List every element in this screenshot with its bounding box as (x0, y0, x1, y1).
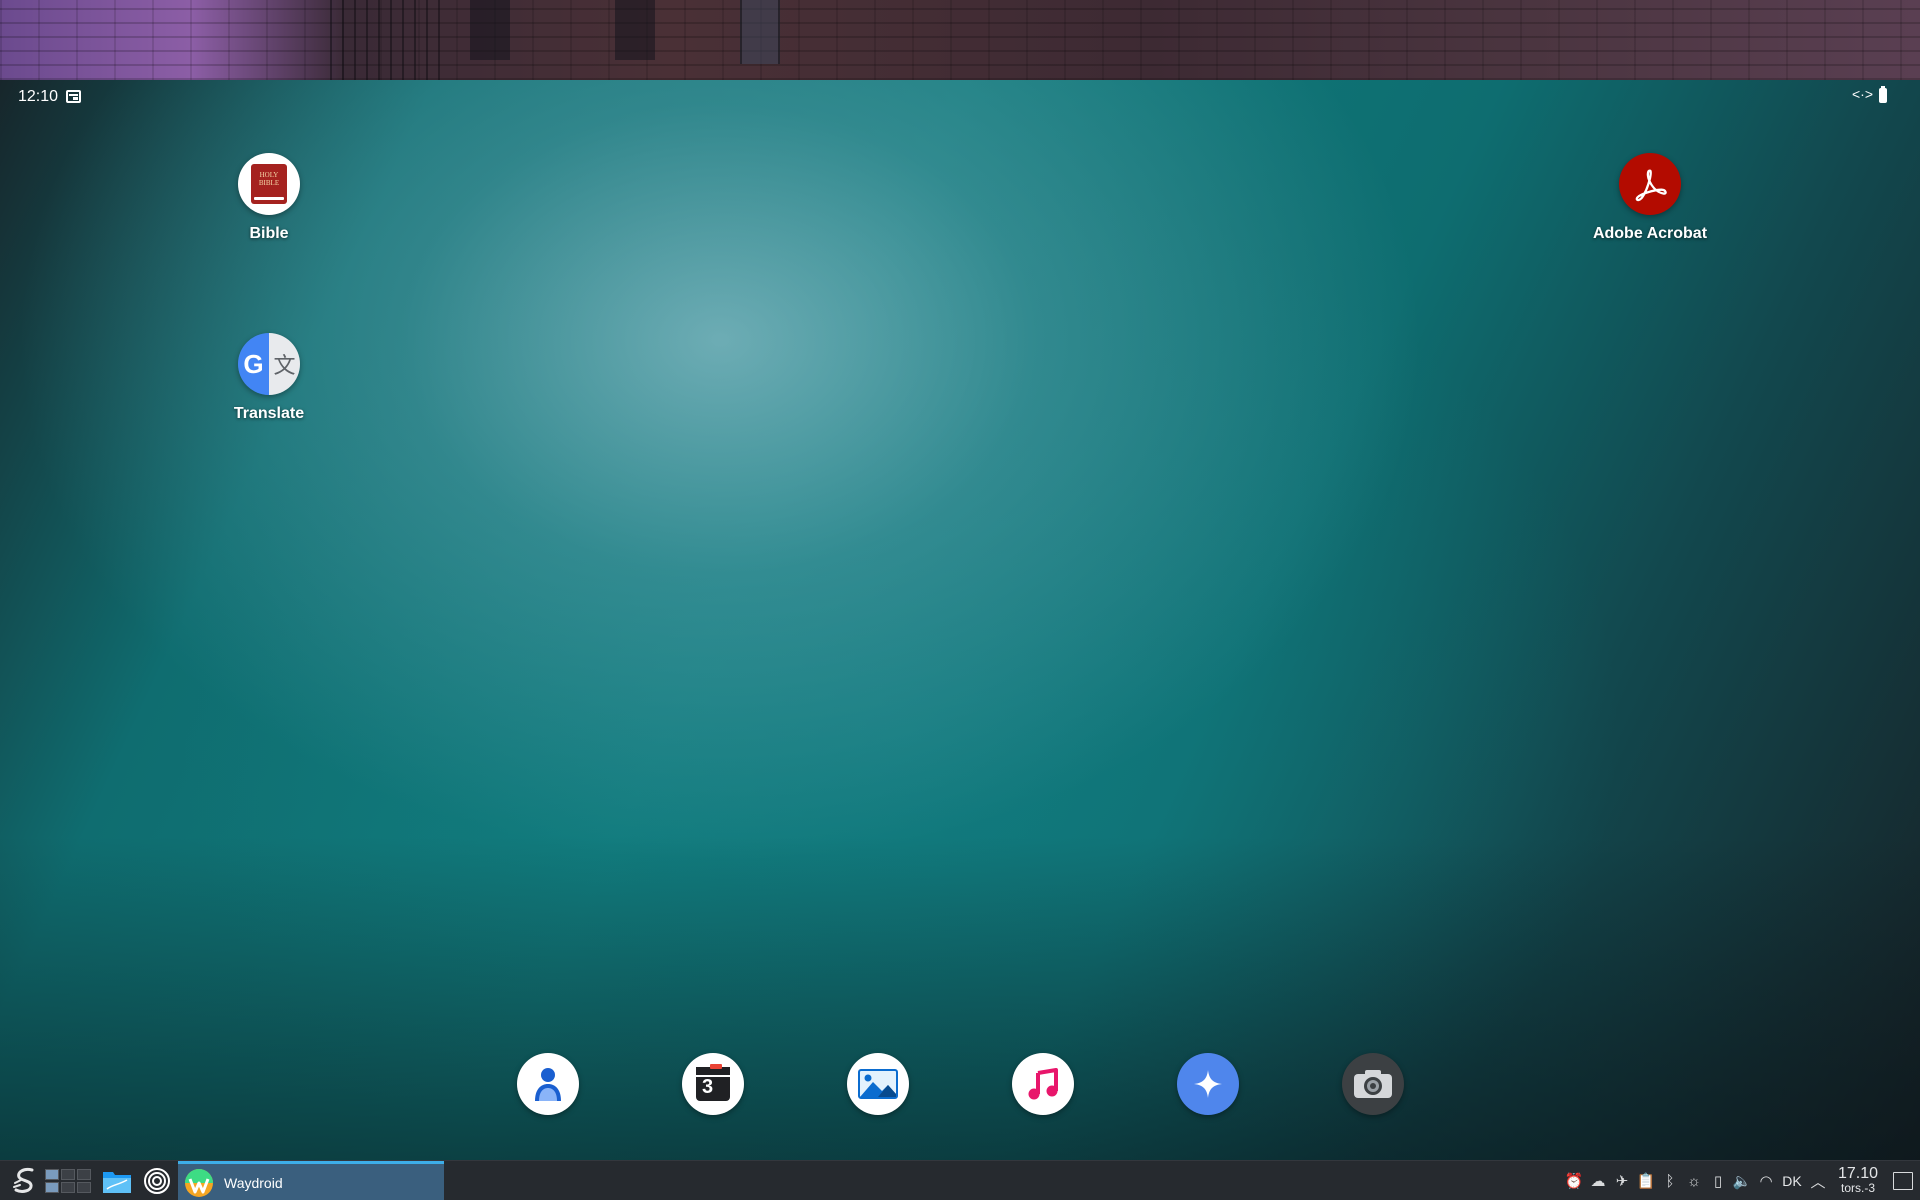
file-manager-launcher[interactable] (100, 1165, 134, 1197)
volume-icon[interactable]: 🔈 (1730, 1161, 1754, 1200)
launcher-icon (13, 1168, 34, 1193)
task-waydroid[interactable]: Waydroid (178, 1161, 444, 1200)
pager-desktop[interactable] (61, 1169, 75, 1180)
wallpaper-fire-escape (330, 0, 440, 80)
pager-desktop[interactable] (77, 1182, 91, 1193)
pager-desktop[interactable] (45, 1169, 59, 1180)
wallpaper-window (740, 0, 780, 64)
calendar-icon: 3 (696, 1064, 730, 1101)
clock-date: tors.-3 (1840, 1181, 1875, 1195)
digital-clock[interactable]: 17.10 tors.-3 (1830, 1166, 1886, 1196)
wallpaper-window (615, 0, 655, 60)
show-desktop-button[interactable] (1886, 1161, 1920, 1200)
alarm-icon[interactable]: ⏰ (1562, 1161, 1586, 1200)
taskbar: Waydroid ⏰ ☁ ✈ 📋 ᛒ ☼ ▯ 🔈 ◠ DK ︿ 17.10 to… (0, 1160, 1920, 1200)
adobe-acrobat-icon (1619, 153, 1681, 215)
telegram-icon[interactable]: ✈ (1610, 1161, 1634, 1200)
app-translate[interactable]: G 文 Translate (194, 333, 344, 423)
contacts-icon (535, 1068, 561, 1101)
app-label: Translate (233, 405, 305, 422)
status-time: 12:10 (18, 88, 59, 105)
desktop-wallpaper (0, 0, 1920, 80)
bluetooth-icon[interactable]: ᛒ (1658, 1161, 1682, 1200)
wifi-icon[interactable]: ◠ (1754, 1161, 1778, 1200)
app-bible[interactable]: HOLY BIBLE Bible (194, 153, 344, 243)
dock-music[interactable] (1012, 1053, 1074, 1115)
virtual-desktop-pager[interactable] (42, 1165, 94, 1197)
task-label: Waydroid (224, 1174, 283, 1191)
show-desktop-icon (1893, 1172, 1913, 1190)
android-status-bar: 12:10 <·> (0, 80, 1920, 112)
concentric-circles-icon (144, 1168, 170, 1194)
wallpaper-window (470, 0, 510, 60)
gallery-icon (858, 1069, 898, 1099)
battery-icon (1879, 86, 1887, 103)
camera-icon (1354, 1070, 1392, 1098)
translate-g-glyph: G (243, 348, 264, 379)
waydroid-icon (185, 1168, 213, 1197)
application-launcher[interactable] (8, 1165, 42, 1197)
app-label: Adobe Acrobat (1592, 225, 1708, 242)
clock-time: 17.10 (1837, 1165, 1879, 1182)
dock-calendar[interactable]: 3 (682, 1053, 744, 1115)
bible-icon: HOLY BIBLE (238, 153, 300, 215)
chevron-up-icon[interactable]: ︿ (1806, 1161, 1830, 1200)
music-icon (1028, 1068, 1058, 1100)
translate-icon: G 文 (238, 333, 300, 395)
pager-desktop[interactable] (45, 1182, 59, 1193)
bible-icon-text: HOLY BIBLE (258, 171, 280, 187)
screenshot-icon (66, 90, 81, 103)
translate-wen-glyph: 文 (273, 354, 296, 379)
folder-icon (103, 1172, 131, 1193)
sparkle-icon (1194, 1070, 1222, 1098)
dock-assistant[interactable] (1177, 1053, 1239, 1115)
app-label: Bible (249, 225, 289, 242)
waydroid-window: 12:10 <·> HOLY BIBLE Bible G 文 Translate… (0, 80, 1920, 1160)
app-adobe-acrobat[interactable]: Adobe Acrobat (1575, 153, 1725, 243)
app-launcher-circles[interactable] (140, 1165, 174, 1197)
system-tray: ⏰ ☁ ✈ 📋 ᛒ ☼ ▯ 🔈 ◠ DK ︿ 17.10 tors.-3 (1562, 1161, 1920, 1200)
pager-desktop[interactable] (77, 1169, 91, 1180)
dock-camera[interactable] (1342, 1053, 1404, 1115)
calendar-day: 3 (702, 1076, 714, 1098)
keyboard-layout[interactable]: DK (1778, 1161, 1806, 1200)
kdeconnect-icon[interactable]: ▯ (1706, 1161, 1730, 1200)
dock-contacts[interactable] (517, 1053, 579, 1115)
dock-gallery[interactable] (847, 1053, 909, 1115)
pager-desktop[interactable] (61, 1182, 75, 1193)
clipboard-icon[interactable]: 📋 (1634, 1161, 1658, 1200)
brightness-icon[interactable]: ☼ (1682, 1161, 1706, 1200)
cloud-sync-icon[interactable]: ☁ (1586, 1161, 1610, 1200)
expand-arrows-icon: <·> (1852, 86, 1874, 102)
